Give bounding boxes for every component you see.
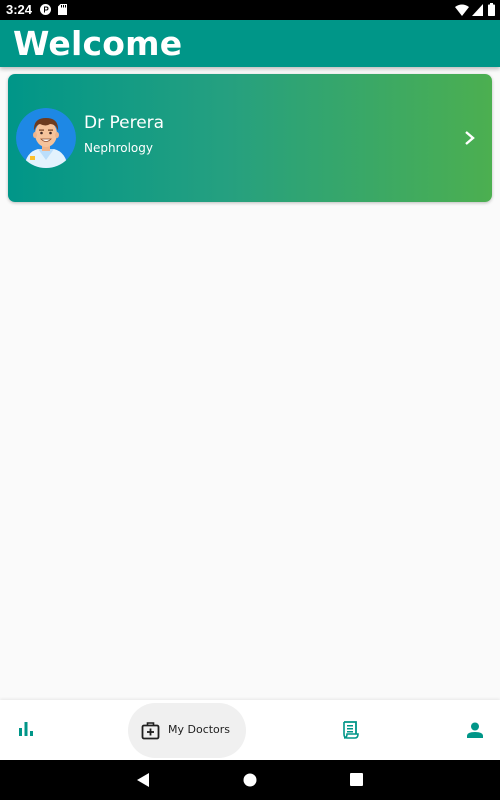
doctor-name: Dr Perera <box>84 113 165 133</box>
receipt-icon <box>343 721 359 739</box>
nav-item-records[interactable] <box>326 700 374 760</box>
sd-card-icon <box>58 4 67 15</box>
wifi-icon <box>455 4 469 16</box>
system-navigation-bar <box>0 760 500 800</box>
bar-chart-icon <box>19 722 33 736</box>
nav-item-profile[interactable] <box>452 700 500 760</box>
battery-icon <box>488 3 495 16</box>
doctor-avatar-icon <box>16 108 76 168</box>
nav-item-label: My Doctors <box>168 723 231 736</box>
signal-icon <box>472 4 483 16</box>
doctor-card[interactable]: Dr Perera Nephrology <box>8 74 492 202</box>
nav-item-my-doctors[interactable]: My Doctors <box>128 703 246 758</box>
app-bar: Welcome <box>0 20 500 67</box>
bottom-navigation: My Doctors <box>0 700 500 760</box>
back-icon[interactable] <box>136 772 150 788</box>
page-title: Welcome <box>13 24 183 63</box>
medical-bag-icon <box>141 722 160 740</box>
p-notification-icon <box>40 4 51 15</box>
recents-icon[interactable] <box>350 773 363 786</box>
status-time: 3:24 <box>6 2 33 17</box>
chevron-right-icon[interactable] <box>463 130 477 146</box>
doctor-specialty: Nephrology <box>84 141 153 155</box>
nav-item-stats[interactable] <box>0 700 52 760</box>
status-bar: 3:24 <box>0 0 500 20</box>
person-icon <box>467 722 483 738</box>
screen: 3:24 Welcome Dr Perera Nephrology My Doc… <box>0 0 500 800</box>
home-icon[interactable] <box>243 773 257 787</box>
